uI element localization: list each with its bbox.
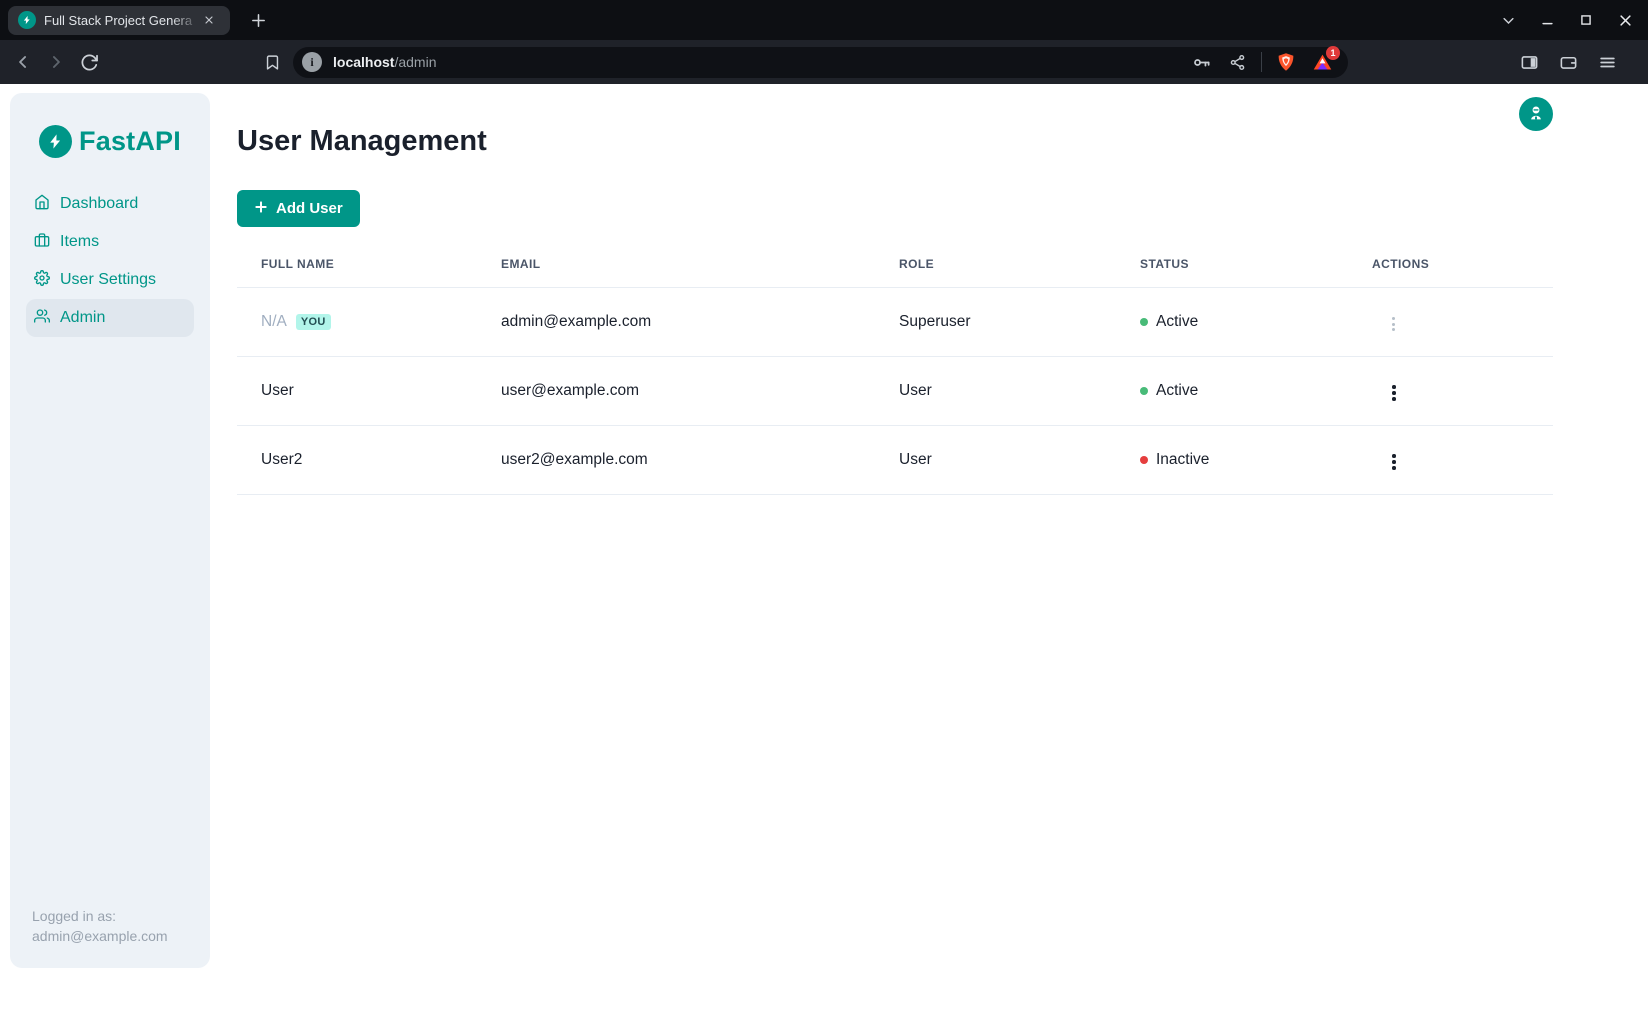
fastapi-logo: FastAPI	[10, 123, 210, 159]
table-row: N/A YOU admin@example.com Superuser Activ…	[237, 288, 1553, 357]
sidebar-item-dashboard[interactable]: Dashboard	[26, 185, 194, 223]
rewards-badge: 1	[1326, 46, 1340, 60]
sidebar-item-admin[interactable]: Admin	[26, 299, 194, 337]
table-row: User user@example.com User Active	[237, 357, 1553, 426]
app-page: FastAPI Dashboard Items User Settings	[0, 84, 1648, 1025]
row-actions-menu-icon[interactable]	[1386, 311, 1401, 337]
cell-email: user2@example.com	[477, 426, 875, 495]
forward-icon[interactable]	[41, 47, 71, 77]
header-full-name: FULL NAME	[237, 257, 477, 288]
header-actions: ACTIONS	[1348, 257, 1553, 288]
cell-role: Superuser	[875, 288, 1116, 357]
status-dot-active	[1140, 387, 1148, 395]
full-name-text: N/A	[261, 313, 287, 330]
status-text: Inactive	[1156, 451, 1209, 469]
logo-text: FastAPI	[79, 126, 181, 157]
fastapi-favicon-icon	[18, 11, 36, 29]
users-table: FULL NAME EMAIL ROLE STATUS ACTIONS N/A Y…	[237, 257, 1553, 495]
cell-role: User	[875, 357, 1116, 426]
cell-actions	[1348, 357, 1553, 426]
browser-tab[interactable]: Full Stack Project Genera	[8, 6, 230, 35]
address-bar[interactable]: i localhost/admin 1	[293, 47, 1348, 78]
tab-search-chevron-icon[interactable]	[1497, 9, 1519, 31]
side-panel-icon[interactable]	[1516, 49, 1542, 75]
users-icon	[34, 308, 50, 329]
main-content: User Management Add User FULL NAME EMAIL…	[210, 84, 1648, 495]
sidebar-item-label: Admin	[60, 309, 105, 327]
full-name-text: User2	[261, 451, 302, 468]
table-row: User2 user2@example.com User Inactive	[237, 426, 1553, 495]
header-email: EMAIL	[477, 257, 875, 288]
cell-role: User	[875, 426, 1116, 495]
sidebar-item-label: Dashboard	[60, 195, 138, 213]
home-icon	[34, 194, 50, 215]
reload-icon[interactable]	[74, 47, 104, 77]
wallet-icon[interactable]	[1555, 49, 1581, 75]
status-dot-active	[1140, 318, 1148, 326]
status-text: Active	[1156, 313, 1198, 331]
logged-in-info: Logged in as: admin@example.com	[32, 906, 168, 946]
sidebar-item-items[interactable]: Items	[26, 223, 194, 261]
browser-toolbar: i localhost/admin 1	[0, 40, 1648, 84]
window-controls	[1497, 0, 1648, 40]
full-name-text: User	[261, 382, 294, 399]
cell-full-name: User	[237, 357, 477, 426]
cell-status: Inactive	[1116, 426, 1348, 495]
close-window-icon[interactable]	[1614, 9, 1636, 31]
sidebar-item-user-settings[interactable]: User Settings	[26, 261, 194, 299]
header-status: STATUS	[1116, 257, 1348, 288]
status-text: Active	[1156, 382, 1198, 400]
sidebar: FastAPI Dashboard Items User Settings	[10, 93, 210, 968]
brave-shields-icon[interactable]	[1274, 50, 1298, 74]
plus-icon	[254, 200, 268, 218]
url-text: localhost/admin	[333, 54, 1177, 70]
gear-icon	[34, 270, 50, 291]
briefcase-icon	[34, 232, 50, 253]
row-actions-menu-icon[interactable]	[1386, 448, 1402, 476]
share-icon[interactable]	[1225, 50, 1249, 74]
url-host: localhost	[333, 54, 394, 70]
sidebar-item-label: Items	[60, 233, 99, 251]
row-actions-menu-icon[interactable]	[1386, 379, 1402, 407]
cell-full-name: N/A YOU	[237, 288, 477, 357]
maximize-icon[interactable]	[1575, 9, 1597, 31]
browser-tabstrip: Full Stack Project Genera	[0, 0, 1648, 40]
sidebar-item-label: User Settings	[60, 271, 156, 289]
table-header-row: FULL NAME EMAIL ROLE STATUS ACTIONS	[237, 257, 1553, 288]
logged-in-label: Logged in as:	[32, 906, 168, 926]
add-user-button[interactable]: Add User	[237, 190, 360, 227]
tab-close-icon[interactable]	[200, 11, 218, 29]
add-user-label: Add User	[276, 200, 343, 217]
cell-status: Active	[1116, 288, 1348, 357]
password-key-icon[interactable]	[1189, 50, 1213, 74]
bookmark-icon[interactable]	[257, 47, 287, 77]
cell-actions	[1348, 288, 1553, 357]
menu-hamburger-icon[interactable]	[1594, 49, 1620, 75]
brave-rewards-icon[interactable]: 1	[1310, 50, 1334, 74]
cell-email: user@example.com	[477, 357, 875, 426]
sidebar-nav: Dashboard Items User Settings Admin	[10, 185, 210, 337]
header-role: ROLE	[875, 257, 1116, 288]
toolbar-divider	[1261, 52, 1262, 72]
user-astronaut-icon	[1527, 104, 1545, 125]
status-dot-inactive	[1140, 456, 1148, 464]
cell-actions	[1348, 426, 1553, 495]
new-tab-icon[interactable]	[244, 6, 272, 34]
page-title: User Management	[237, 125, 1553, 157]
site-info-icon[interactable]: i	[302, 52, 322, 72]
tab-title: Full Stack Project Genera	[44, 13, 200, 28]
fastapi-bolt-icon	[39, 125, 72, 158]
cell-status: Active	[1116, 357, 1348, 426]
back-icon[interactable]	[8, 47, 38, 77]
toolbar-right-icons	[1516, 49, 1648, 75]
minimize-icon[interactable]	[1536, 9, 1558, 31]
you-badge: YOU	[296, 314, 331, 330]
cell-email: admin@example.com	[477, 288, 875, 357]
logged-in-email: admin@example.com	[32, 926, 168, 946]
user-menu-button[interactable]	[1519, 97, 1553, 131]
cell-full-name: User2	[237, 426, 477, 495]
url-path: /admin	[394, 54, 436, 70]
